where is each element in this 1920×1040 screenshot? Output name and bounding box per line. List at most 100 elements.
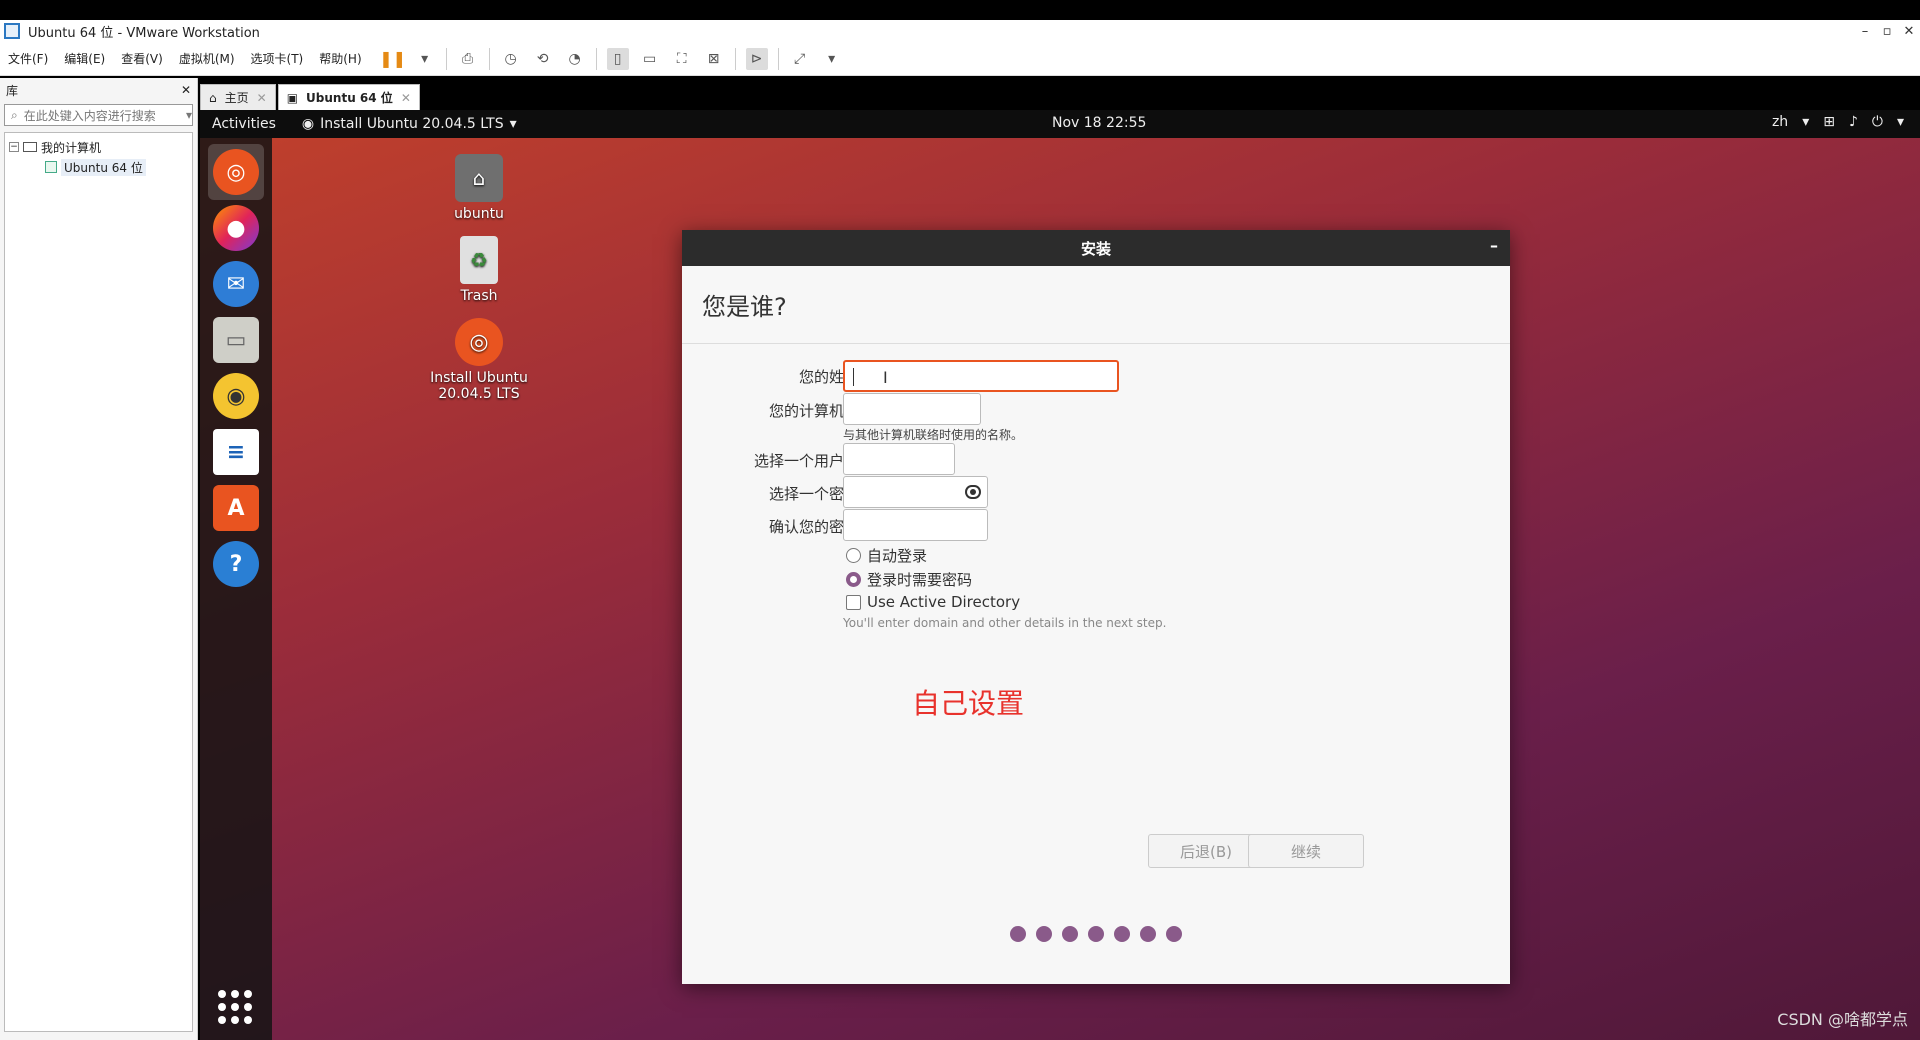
option-label: 自动登录 (867, 547, 928, 565)
step-indicator (1010, 926, 1182, 942)
network-icon[interactable]: ⊞ (1823, 114, 1835, 130)
radio-icon[interactable] (846, 548, 861, 563)
search-dropdown-icon[interactable]: ▾ (186, 108, 192, 122)
library-view-icon[interactable]: ▯ (606, 47, 629, 70)
clock[interactable]: Nov 18 22:55 (1052, 115, 1146, 131)
menu-file[interactable]: 文件(F) (0, 50, 56, 67)
confirm-password-label: 确认您的密码: (768, 518, 864, 536)
library-tree: − 我的计算机 Ubuntu 64 位 (4, 132, 193, 1032)
thumbnail-view-icon[interactable]: ▭ (639, 48, 661, 70)
require-password-option[interactable]: 登录时需要密码 (846, 569, 972, 590)
dock-rhythmbox[interactable]: ◉ (208, 368, 264, 424)
desktop-label-2: 20.04.5 LTS (438, 386, 520, 402)
eye-icon[interactable] (965, 485, 981, 499)
confirm-password-field[interactable] (843, 509, 988, 541)
home-icon: ⌂ (209, 90, 217, 105)
menu-help[interactable]: 帮助(H) (311, 50, 369, 67)
guest-desktop[interactable]: Activities ◉ Install Ubuntu 20.04.5 LTS … (200, 110, 1920, 1040)
title-bar: Ubuntu 64 位 - VMware Workstation – ▫ ✕ (0, 20, 1920, 42)
dock: ◎ ● ✉ ▭ ◉ ≡ A ? (200, 138, 272, 1040)
gnome-top-bar: Activities ◉ Install Ubuntu 20.04.5 LTS … (200, 110, 1920, 138)
checkbox-icon[interactable] (846, 594, 861, 610)
step-dot (1010, 926, 1026, 942)
snapshot-icon[interactable]: ◷ (500, 48, 522, 70)
desktop-trash[interactable]: ♻ Trash (424, 236, 534, 304)
step-dot (1088, 926, 1104, 942)
send-keys-icon[interactable]: ⎙ (457, 48, 479, 70)
volume-icon[interactable]: ♪ (1849, 114, 1858, 130)
menu-tabs[interactable]: 选项卡(T) (243, 50, 312, 67)
toolbar-divider (445, 47, 447, 70)
dock-software[interactable]: A (208, 480, 264, 536)
watermark: CSDN @啥都学点 (1777, 1010, 1908, 1029)
tab-home[interactable]: ⌂ 主页 ✕ (200, 84, 276, 110)
language-indicator[interactable]: zh (1772, 114, 1788, 130)
library-search-input[interactable]: ⌕ 在此处键入内容进行搜索 ▾ (4, 104, 193, 126)
app-menu[interactable]: ◉ Install Ubuntu 20.04.5 LTS ▾ (302, 116, 517, 132)
username-field[interactable] (843, 443, 955, 475)
show-apps-icon[interactable] (218, 990, 252, 1024)
menu-view[interactable]: 查看(V) (113, 50, 171, 67)
home-folder-icon: ⌂ (455, 154, 503, 202)
back-button[interactable]: 后退(B) (1148, 834, 1264, 868)
collapse-icon[interactable]: − (9, 142, 19, 152)
chevron-down-icon[interactable]: ▾ (1802, 114, 1809, 130)
tree-item-ubuntu-vm[interactable]: Ubuntu 64 位 (9, 157, 188, 177)
minimize-icon[interactable]: – (1490, 236, 1498, 255)
toolbar-divider (777, 47, 779, 70)
desktop-home-folder[interactable]: ⌂ ubuntu (424, 154, 534, 222)
menu-bar: 文件(F) 编辑(E) 查看(V) 虚拟机(M) 选项卡(T) 帮助(H) ❚❚… (0, 42, 1920, 76)
option-label: Use Active Directory (867, 593, 1021, 611)
menu-edit[interactable]: 编辑(E) (56, 50, 113, 67)
revert-snapshot-icon[interactable]: ⟲ (532, 48, 554, 70)
fullscreen-icon[interactable]: ⛶ (671, 48, 693, 70)
activities-button[interactable]: Activities (212, 116, 276, 132)
ibeam-cursor-icon: I (883, 368, 888, 387)
radio-checked-icon[interactable] (846, 572, 861, 587)
step-dot (1166, 926, 1182, 942)
toolbar: ❚❚ ▾ ⎙ ◷ ⟲ ◔ ▯ ▭ ⛶ ⊠ ⊳ ⤢ ▾ (379, 47, 843, 70)
dock-files[interactable]: ▭ (208, 312, 264, 368)
power-icon[interactable]: ⏻ (1872, 114, 1883, 130)
library-close-icon[interactable]: ✕ (181, 83, 191, 97)
vmware-window: Ubuntu 64 位 - VMware Workstation – ▫ ✕ 文… (0, 0, 1920, 1040)
dropdown-icon[interactable]: ▾ (414, 48, 436, 70)
dock-firefox[interactable]: ● (208, 200, 264, 256)
continue-button[interactable]: 继续 (1248, 834, 1364, 868)
dock-thunderbird[interactable]: ✉ (208, 256, 264, 312)
name-field[interactable]: I (843, 360, 1119, 392)
tree-item-my-computer[interactable]: − 我的计算机 (9, 137, 188, 157)
computer-icon (23, 142, 37, 152)
minimize-button[interactable]: – (1854, 20, 1876, 42)
text-caret (853, 368, 854, 386)
dock-writer[interactable]: ≡ (208, 424, 264, 480)
pause-icon[interactable]: ❚❚ (379, 48, 406, 70)
step-dot (1036, 926, 1052, 942)
toolbar-divider (734, 47, 736, 70)
auto-login-option[interactable]: 自动登录 (846, 545, 927, 566)
dropdown-icon[interactable]: ▾ (821, 48, 843, 70)
stretch-icon[interactable]: ⤢ (789, 48, 811, 70)
step-dot (1062, 926, 1078, 942)
trash-icon: ♻ (460, 236, 498, 284)
tab-ubuntu[interactable]: ▣ Ubuntu 64 位 ✕ (277, 84, 420, 110)
dock-help[interactable]: ? (208, 536, 264, 592)
password-field[interactable] (843, 476, 988, 508)
unity-icon[interactable]: ⊠ (703, 48, 725, 70)
option-label: 登录时需要密码 (867, 571, 973, 589)
chevron-down-icon[interactable]: ▾ (1897, 114, 1904, 130)
close-tab-icon[interactable]: ✕ (257, 91, 267, 105)
desktop-installer[interactable]: ◎ Install Ubuntu 20.04.5 LTS (424, 318, 534, 402)
tree-label: Ubuntu 64 位 (61, 158, 146, 176)
computer-name-label: 您的计算机名: (768, 402, 864, 420)
computer-name-field[interactable] (843, 393, 981, 425)
active-directory-option[interactable]: Use Active Directory (846, 593, 1020, 611)
console-icon[interactable]: ⊳ (745, 47, 768, 70)
close-tab-icon[interactable]: ✕ (401, 91, 411, 105)
maximize-button[interactable]: ▫ (1876, 20, 1898, 42)
snapshot-manager-icon[interactable]: ◔ (564, 48, 586, 70)
computer-name-hint: 与其他计算机联络时使用的名称。 (843, 428, 1024, 442)
close-button[interactable]: ✕ (1898, 20, 1920, 42)
dock-installer[interactable]: ◎ (208, 144, 264, 200)
menu-vm[interactable]: 虚拟机(M) (171, 50, 243, 67)
